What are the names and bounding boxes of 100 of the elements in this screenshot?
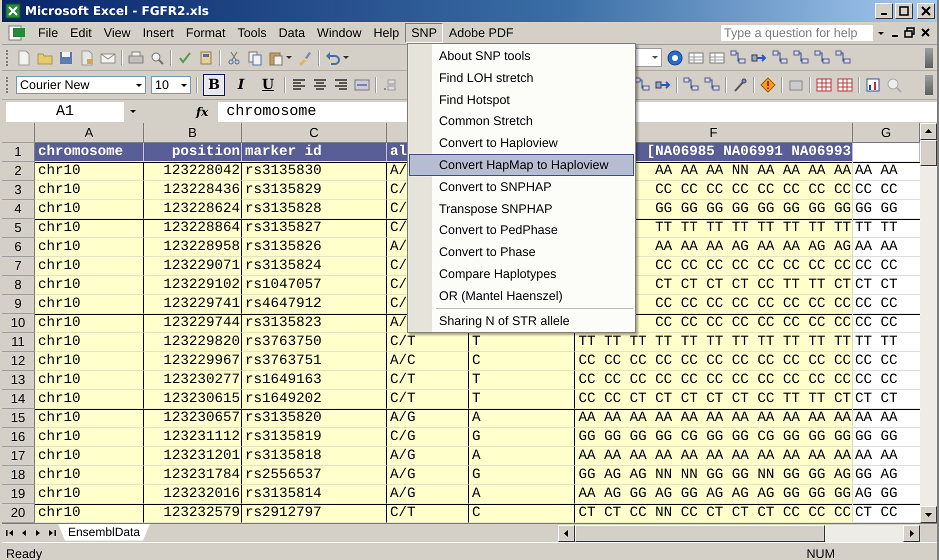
table-cell: chr10	[35, 333, 144, 352]
num-lock-indicator: NUM	[806, 546, 835, 560]
table-cell: chr10	[35, 314, 144, 333]
table-cell: T	[469, 333, 575, 352]
table-cell: rs3135823	[242, 314, 387, 333]
table-cell: TT TT	[853, 219, 920, 238]
table-cell: 123229967	[144, 352, 242, 371]
table-cell: rs3135824	[242, 257, 387, 276]
table-cell: rs1649202	[242, 390, 387, 409]
table-cell: A	[469, 447, 575, 466]
table-cell: AA AA AA AA AA AA AA AA AA AA AA	[575, 409, 853, 428]
table-cell: rs3763751	[242, 352, 387, 371]
table-cell: AA AA	[853, 238, 920, 257]
table-cell: C/T	[387, 333, 469, 352]
table-cell: chromosome	[35, 143, 144, 162]
table-cell: G	[469, 428, 575, 447]
table-cell: CC CC CT CT CT CT CT CC TT TT CT	[575, 390, 853, 409]
table-cell: rs3135820	[242, 409, 387, 428]
table-cell: rs3135819	[242, 428, 387, 447]
table-cell: CC CC	[853, 371, 920, 390]
table-cell: 123229741	[144, 295, 242, 314]
table-cell: 123230277	[144, 371, 242, 390]
table-cell: AA AA	[853, 162, 920, 181]
table-cell: CT CT	[853, 276, 920, 295]
table-cell: GG AG	[853, 466, 920, 485]
table-cell: chr10	[35, 466, 144, 485]
table-cell: chr10	[35, 409, 144, 428]
table-cell: chr10	[35, 181, 144, 200]
table-cell: 123228958	[144, 238, 242, 257]
table-cell: chr10	[35, 200, 144, 219]
table-cell: A/G	[387, 485, 469, 504]
table-cell: rs3135827	[242, 219, 387, 238]
table-cell: rs2912797	[242, 504, 387, 523]
table-cell: chr10	[35, 447, 144, 466]
table-cell: rs3135830	[242, 162, 387, 181]
table-cell: A	[469, 485, 575, 504]
table-cell: T	[469, 371, 575, 390]
table-cell: chr10	[35, 238, 144, 257]
table-cell: CC CC CC CC CC CC CC CC CC CC CC	[575, 371, 853, 390]
table-cell: chr10	[35, 371, 144, 390]
table-cell: chr10	[35, 295, 144, 314]
table-cell: TT TT	[853, 333, 920, 352]
table-cell: C/G	[387, 428, 469, 447]
table-cell: CT CC	[853, 504, 920, 523]
table-cell: G	[469, 466, 575, 485]
table-cell: CC CC	[853, 295, 920, 314]
table-cell: 123229102	[144, 276, 242, 295]
table-cell: AA AG GG AG GG AG AG AG GG GG GG	[575, 485, 853, 504]
table-cell: CC CC CC CC CC CC CC CC CC CC CC	[575, 352, 853, 371]
table-cell: chr10	[35, 219, 144, 238]
table-cell: GG AG AG NN NN GG GG NN GG GG AG	[575, 466, 853, 485]
table-cell: CT CT CC NN CC CT CT CT CC CC CC	[575, 504, 853, 523]
status-text: Ready	[6, 546, 42, 560]
table-cell: rs3135829	[242, 181, 387, 200]
table-cell: 123231784	[144, 466, 242, 485]
table-cell: A/G	[387, 466, 469, 485]
table-cell: C	[469, 352, 575, 371]
table-cell: C/T	[387, 371, 469, 390]
table-cell: 123229744	[144, 314, 242, 333]
table-cell: rs4647912	[242, 295, 387, 314]
table-cell: TT TT TT TT TT TT TT TT TT TT TT	[575, 333, 853, 352]
table-cell: chr10	[35, 257, 144, 276]
table-cell: chr10	[35, 276, 144, 295]
table-cell: 123228042	[144, 162, 242, 181]
table-cell: rs1649163	[242, 371, 387, 390]
table-cell: rs2556537	[242, 466, 387, 485]
table-cell: A/G	[387, 447, 469, 466]
table-cell: 123229820	[144, 333, 242, 352]
table-cell: GG GG	[853, 428, 920, 447]
table-cell: A	[469, 409, 575, 428]
table-cell: 123230615	[144, 390, 242, 409]
table-cell: 123231112	[144, 428, 242, 447]
table-cell: rs3135814	[242, 485, 387, 504]
table-cell: rs3135826	[242, 238, 387, 257]
table-cell: A/C	[387, 352, 469, 371]
table-cell: AA AA	[853, 447, 920, 466]
table-cell: chr10	[35, 390, 144, 409]
window-title: Microsoft Excel - FGFR2.xls	[25, 4, 209, 18]
table-cell: 123231201	[144, 447, 242, 466]
table-cell: AA AA	[853, 409, 920, 428]
table-cell: chr10	[35, 504, 144, 523]
table-cell: C	[469, 504, 575, 523]
table-cell: rs3135818	[242, 447, 387, 466]
table-cell: GG GG GG GG CG GG GG CG GG GG GG	[575, 428, 853, 447]
table-cell: chr10	[35, 352, 144, 371]
table-cell: 123232016	[144, 485, 242, 504]
table-cell: rs3135828	[242, 200, 387, 219]
table-cell: C/T	[387, 504, 469, 523]
table-cell: chr10	[35, 428, 144, 447]
table-cell: CC CC	[853, 352, 920, 371]
table-cell: AA AA AA AA AA AA AA AA AA AA AA	[575, 447, 853, 466]
table-cell: 123228436	[144, 181, 242, 200]
table-cell: marker id	[242, 143, 387, 162]
table-cell: rs1047057	[242, 276, 387, 295]
table-cell: 123229071	[144, 257, 242, 276]
table-cell: 123230657	[144, 409, 242, 428]
table-cell: CC CC	[853, 314, 920, 333]
table-cell: C/T	[387, 390, 469, 409]
table-cell: A/G	[387, 409, 469, 428]
table-cell: chr10	[35, 162, 144, 181]
